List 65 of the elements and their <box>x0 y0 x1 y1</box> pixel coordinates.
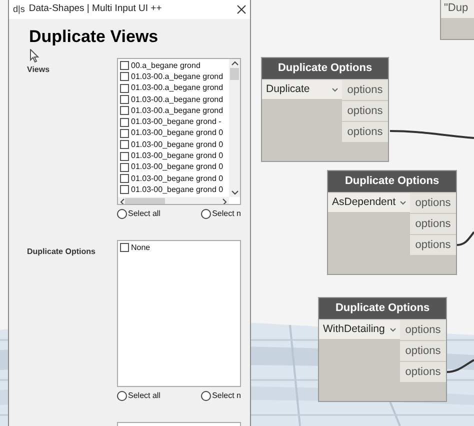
port-label: options <box>342 122 388 142</box>
port-label: options <box>410 193 456 213</box>
checkbox[interactable] <box>120 140 129 150</box>
cursor-icon <box>30 49 39 63</box>
node-title: Duplicate Options <box>328 171 456 192</box>
list-item[interactable]: 01.03-00_begane grond 0 <box>120 184 227 196</box>
dropdown[interactable]: WithDetailing <box>319 320 400 339</box>
vertical-scrollbar[interactable] <box>229 59 240 197</box>
checkbox[interactable] <box>120 84 129 93</box>
radio-button[interactable] <box>117 391 127 401</box>
dropdown[interactable]: AsDependent <box>328 193 410 212</box>
radio-button[interactable] <box>117 209 127 219</box>
list-item[interactable]: 01.03-00.a_begane grond <box>120 71 227 83</box>
checkbox[interactable] <box>120 72 129 82</box>
field-label: Views <box>27 64 51 76</box>
list-item[interactable]: 01.03-00_begane grond 0 <box>120 172 227 184</box>
list-item[interactable]: 01.03-00.a_begane grond <box>120 105 227 116</box>
app-logo: d|s <box>13 2 25 16</box>
checkbox[interactable] <box>120 128 129 138</box>
checkbox[interactable] <box>120 174 129 184</box>
list-item[interactable]: 01.03-00.a_begane grond <box>120 82 227 94</box>
node-title: Duplicate Options <box>262 58 388 79</box>
port-label: options <box>400 341 446 361</box>
list-item[interactable]: 01.03-00_begane grond 0 <box>120 162 227 173</box>
list-item[interactable]: 01.03-00_begane grond - <box>120 116 227 128</box>
port-label: options <box>342 101 388 121</box>
wire <box>446 359 474 373</box>
chevron-icon <box>332 88 338 92</box>
checkbox[interactable] <box>120 106 129 116</box>
list-item[interactable]: 01.03-00.a_begane grond <box>120 94 227 106</box>
checkbox[interactable] <box>120 95 129 104</box>
list-item[interactable]: 00.a_begane grond <box>120 60 227 72</box>
checkbox[interactable] <box>120 152 129 161</box>
checkbox[interactable] <box>120 185 129 194</box>
port-label: options <box>410 214 456 234</box>
chevron-icon <box>400 200 406 204</box>
radio-option[interactable]: Select n <box>201 208 241 220</box>
radio-button[interactable] <box>201 391 212 401</box>
checkbox[interactable] <box>120 243 129 252</box>
node-value: "Dup <box>441 0 474 18</box>
dialog-heading: Duplicate Views <box>29 26 158 48</box>
port-label: options <box>400 362 446 382</box>
wire <box>456 231 474 246</box>
list-item[interactable]: 01.03-00_begane grond 0 <box>120 139 227 150</box>
checkbox[interactable] <box>120 162 129 172</box>
radio-button[interactable] <box>201 209 212 219</box>
chevron-icon <box>390 328 396 332</box>
dropdown[interactable]: Duplicate <box>262 80 342 99</box>
radio-option[interactable]: Select n <box>201 390 241 402</box>
close-icon[interactable] <box>237 5 246 14</box>
list-item[interactable]: 01.03-00_begane grond 0 <box>120 150 227 162</box>
port-label: options <box>342 80 388 100</box>
node-title: Duplicate Options <box>319 298 446 319</box>
checkbox[interactable] <box>120 61 129 70</box>
field-label: Duplicate Options <box>27 246 96 258</box>
scroll-thumb[interactable] <box>230 68 239 80</box>
list-item[interactable]: 01.03-00_begane grond 0 <box>120 128 227 140</box>
port-label: options <box>400 320 446 340</box>
radio-option[interactable]: Select all <box>117 208 160 220</box>
checkbox[interactable] <box>120 118 129 127</box>
list-item[interactable]: None <box>120 242 238 254</box>
scroll-thumb[interactable] <box>125 198 165 204</box>
window-title: Data-Shapes | Multi Input UI ++ <box>28 2 163 16</box>
radio-option[interactable]: Select all <box>117 390 160 402</box>
port-label: options <box>410 235 456 255</box>
